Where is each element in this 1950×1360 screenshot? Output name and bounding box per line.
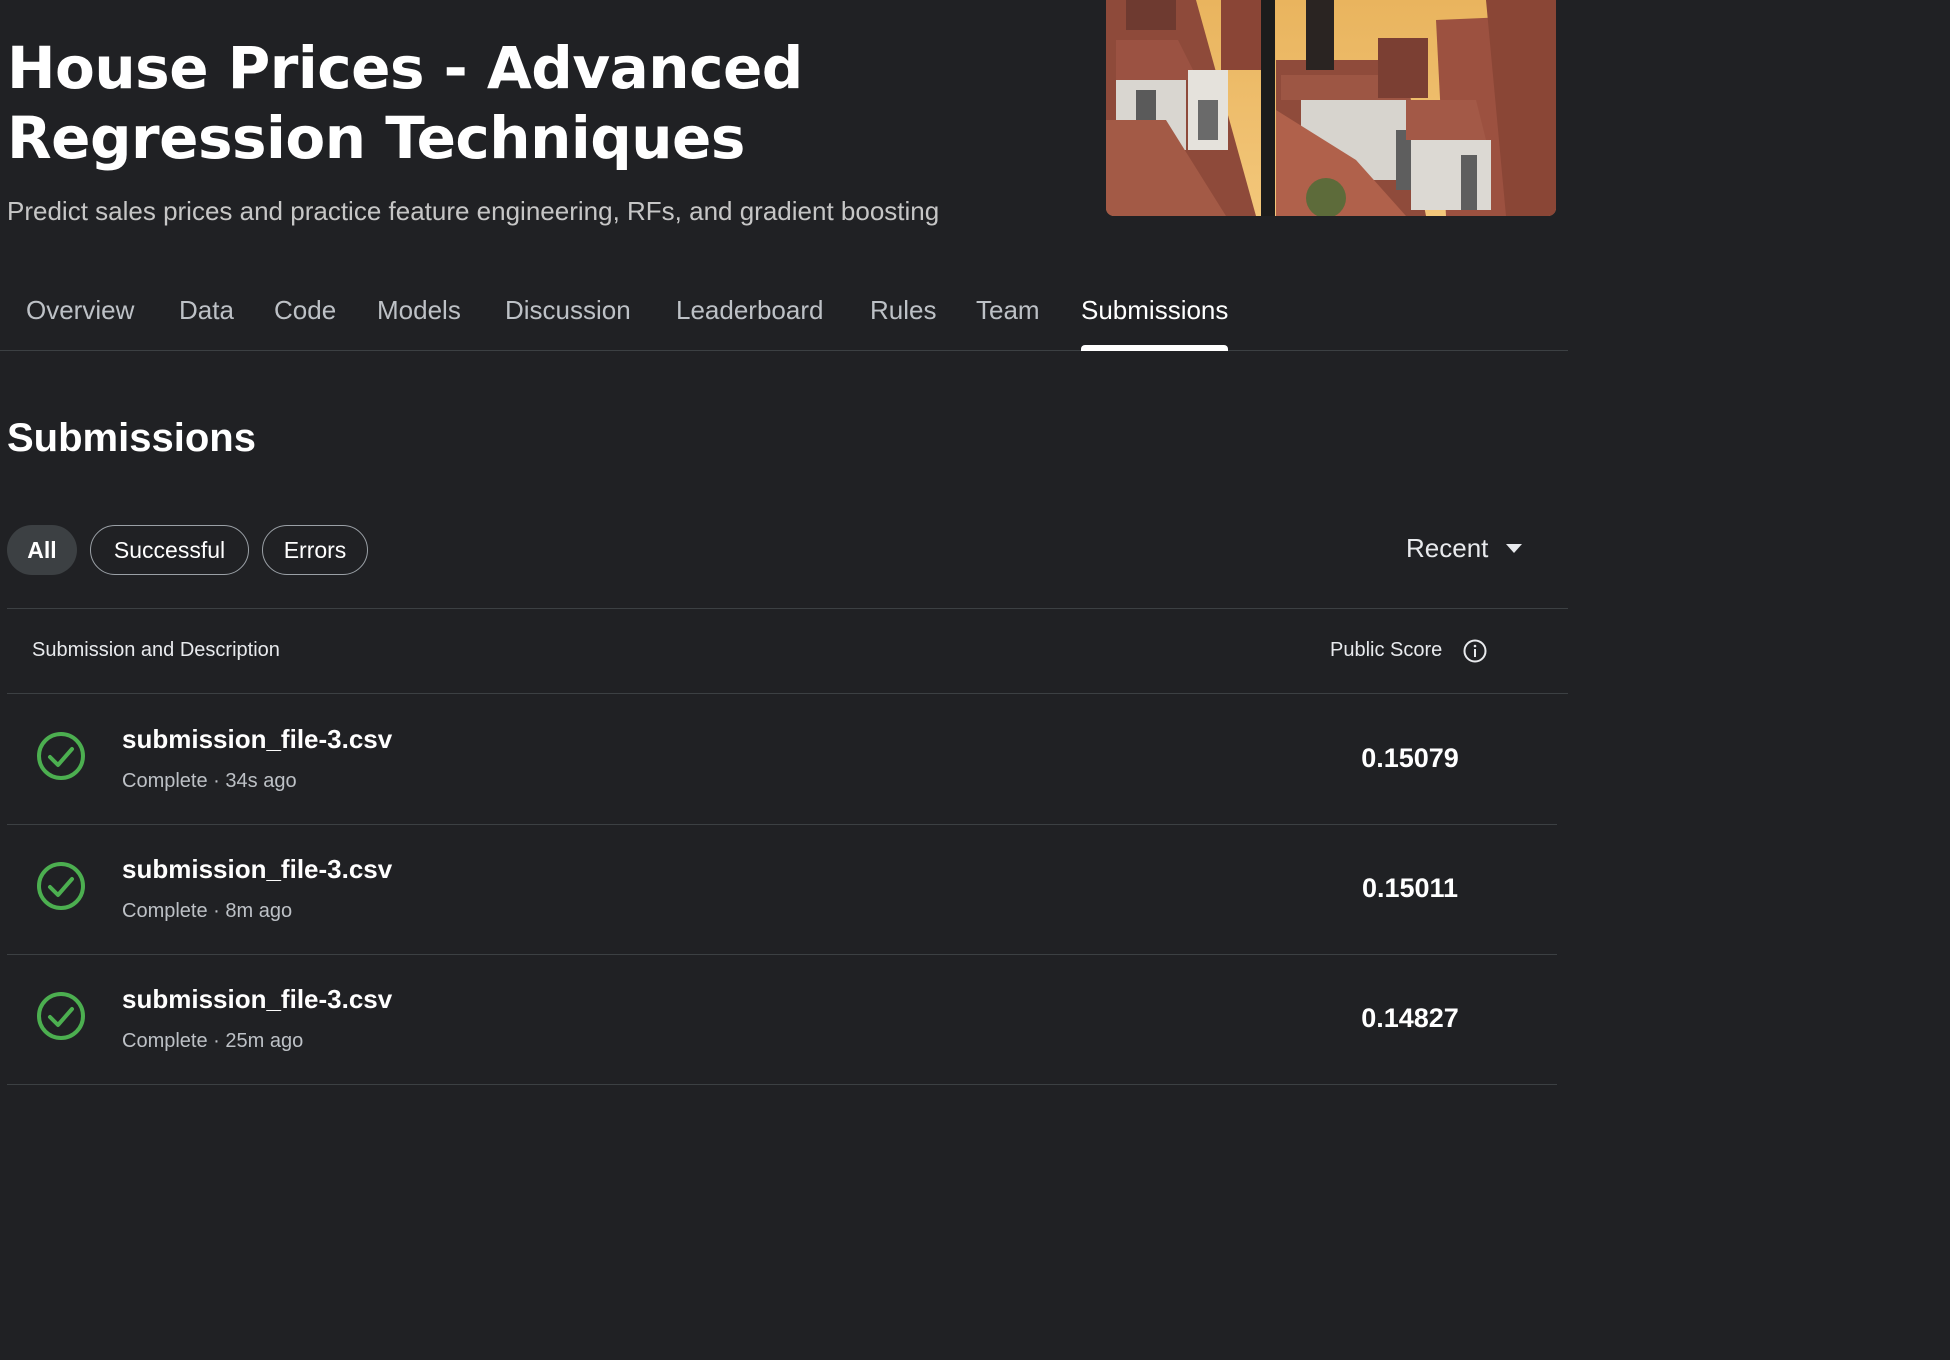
table-row: submission_file-3.csv Complete · 25m ago… [7,954,1557,1084]
submission-time: 8m ago [225,900,293,922]
sort-label: Recent [1406,533,1489,563]
tab-leaderboard[interactable]: Leaderboard [676,286,823,350]
section-title: Submissions [7,416,256,460]
submission-meta: Complete · 8m ago [122,900,293,922]
submission-file-name[interactable]: submission_file-3.csv [122,854,392,885]
info-icon[interactable] [1463,639,1487,663]
filter-all-chip[interactable]: All [7,525,77,575]
competition-tabs: Overview Data Code Models Discussion Lea… [0,286,1568,351]
submission-file-name[interactable]: submission_file-3.csv [122,724,392,755]
tab-rules[interactable]: Rules [870,286,936,350]
column-header-submission: Submission and Description [32,639,280,661]
submission-time: 25m ago [225,1030,304,1052]
tab-discussion[interactable]: Discussion [505,286,631,350]
tab-submissions[interactable]: Submissions [1081,286,1229,351]
sort-dropdown[interactable]: Recent [1406,533,1523,564]
submission-meta: Complete · 25m ago [122,1030,304,1052]
submission-file-name[interactable]: submission_file-3.csv [122,984,392,1015]
table-row: submission_file-3.csv Complete · 8m ago … [7,824,1557,954]
divider [7,1084,1557,1085]
public-score: 0.14827 [1361,1003,1459,1033]
divider [7,608,1568,609]
check-circle-icon [37,992,85,1040]
caret-down-icon [1506,544,1523,553]
submission-time: 34s ago [225,770,297,792]
filter-successful-chip[interactable]: Successful [90,525,249,575]
page-subtitle: Predict sales prices and practice featur… [7,196,940,226]
public-score: 0.15079 [1361,743,1459,773]
tab-team[interactable]: Team [976,286,1040,350]
tab-overview[interactable]: Overview [26,286,134,350]
check-circle-icon [37,862,85,910]
filter-errors-chip[interactable]: Errors [262,525,368,575]
table-row: submission_file-3.csv Complete · 34s ago… [7,694,1557,824]
submission-status: Complete [122,900,208,922]
public-score: 0.15011 [1361,873,1459,903]
column-header-public-score: Public Score [1330,639,1443,661]
tab-code[interactable]: Code [274,286,336,350]
check-circle-icon [37,732,85,780]
active-tab-indicator [1081,345,1229,351]
submission-status: Complete [122,770,208,792]
page-title: House Prices - Advanced Regression Techn… [7,34,803,172]
competition-header-image [1106,0,1556,216]
submission-status: Complete [122,1030,208,1052]
tab-data[interactable]: Data [179,286,234,350]
tab-models[interactable]: Models [377,286,461,350]
submission-meta: Complete · 34s ago [122,770,297,792]
